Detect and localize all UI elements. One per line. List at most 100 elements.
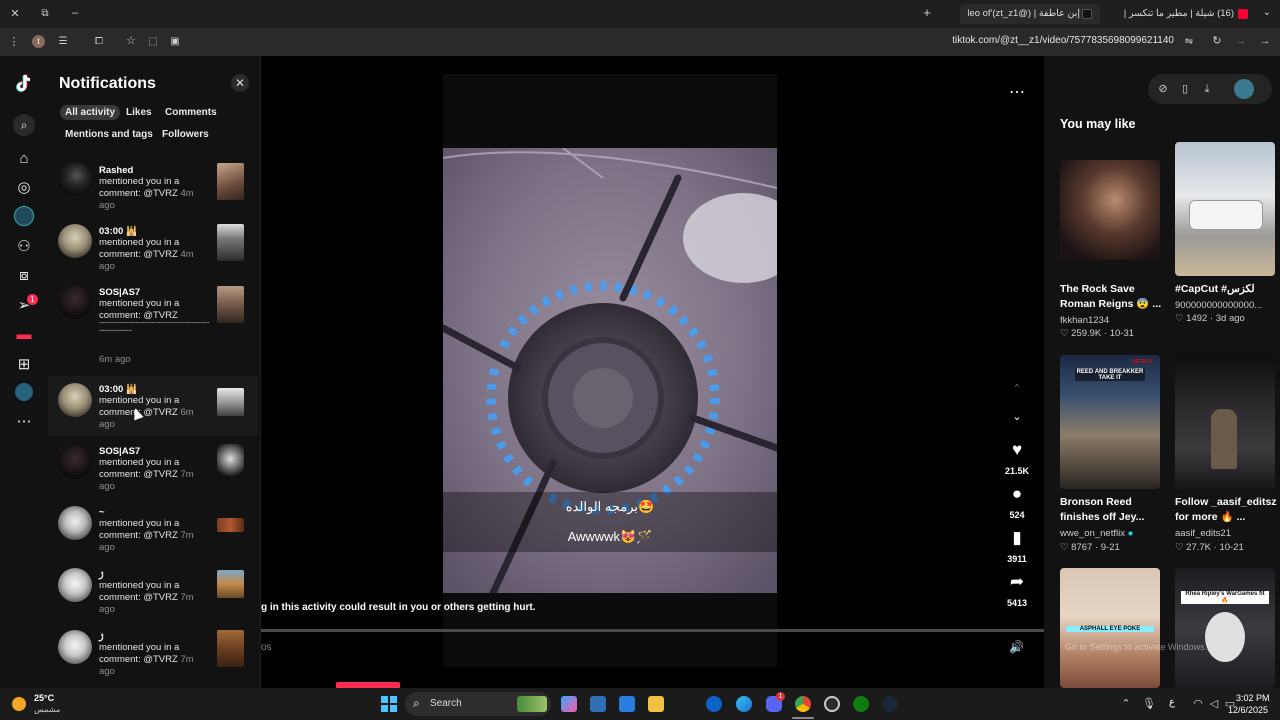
tiktok-logo-icon[interactable] bbox=[14, 74, 34, 94]
video-thumbnail[interactable] bbox=[217, 444, 244, 481]
user-avatar[interactable] bbox=[58, 630, 92, 664]
recommended-video-author[interactable]: fkkhan1234 bbox=[1060, 315, 1164, 326]
video-thumbnail[interactable] bbox=[217, 518, 244, 532]
microphone-icon[interactable]: 🎙 bbox=[1142, 697, 1156, 711]
recommended-video-thumbnail[interactable]: ASPHALL EYE POKE bbox=[1060, 568, 1160, 688]
site-settings-icon[interactable]: ⇋ bbox=[1182, 35, 1196, 49]
close-window-icon[interactable]: ✕ bbox=[8, 7, 22, 21]
video-thumbnail[interactable] bbox=[217, 570, 244, 598]
user-avatar[interactable] bbox=[58, 162, 92, 196]
picture-in-picture-icon[interactable]: ⊘ bbox=[1156, 82, 1170, 96]
volume-icon[interactable]: 🔊 bbox=[1009, 640, 1024, 654]
video-player[interactable]: برمجه الوالده🤩 Awwwwk😻🪄 bbox=[443, 148, 777, 593]
notification-item[interactable]: Rashed mentioned you in a comment: @TVRZ… bbox=[48, 158, 258, 216]
recommended-video-author[interactable]: wwe_on_netflix ● bbox=[1060, 528, 1164, 539]
recommended-video-thumbnail[interactable]: Rhea Ripley's WarGames fit 🔥 bbox=[1175, 568, 1275, 688]
recommended-video-title[interactable]: Bronson Reed finishes off Jey... bbox=[1060, 495, 1164, 525]
upload-plus-icon[interactable]: ⊞ bbox=[14, 354, 34, 374]
recommended-video-author[interactable]: aasif_edits21 bbox=[1175, 528, 1279, 539]
speaker-icon[interactable]: ◁ bbox=[1208, 697, 1220, 711]
weather-sun-icon[interactable] bbox=[12, 697, 26, 711]
explore-compass-icon[interactable]: ◎ bbox=[14, 177, 34, 197]
user-avatar[interactable] bbox=[58, 445, 92, 479]
tab-search-chevron-icon[interactable]: ⌄ bbox=[1260, 6, 1274, 20]
tab-youtube-video[interactable]: ✕ (16) شيلة | مطير ما تنكسر | كلمات bbox=[1118, 4, 1250, 24]
reading-list-icon[interactable]: ☰ bbox=[56, 35, 70, 49]
video-thumbnail[interactable] bbox=[217, 388, 244, 416]
notification-item[interactable]: ژ mentioned you in a comment: @TVRZ 7m a… bbox=[48, 626, 258, 684]
recommended-video-thumbnail[interactable] bbox=[1175, 142, 1275, 276]
notification-item[interactable]: 03:00 🕌 mentioned you in a comment: @TVR… bbox=[48, 219, 258, 277]
search-icon[interactable]: ⌕ bbox=[13, 114, 35, 136]
back-icon[interactable]: → bbox=[1258, 34, 1272, 48]
xbox-icon[interactable] bbox=[853, 696, 869, 712]
notification-item[interactable]: SOS|AS7 mentioned you in a comment: @TVR… bbox=[48, 280, 258, 372]
recommended-video-title[interactable]: #CapCut #لكزس bbox=[1175, 282, 1279, 297]
screenshot-icon[interactable]: ⬚ bbox=[146, 35, 160, 49]
filter-comments[interactable]: Comments bbox=[160, 105, 222, 120]
recommended-video-author[interactable]: 900000000000000... bbox=[1175, 300, 1279, 311]
following-avatar-icon[interactable] bbox=[14, 206, 34, 226]
video-thumbnail[interactable] bbox=[217, 224, 244, 261]
share-arrow-icon[interactable]: ➦ bbox=[1005, 572, 1029, 592]
restore-window-icon[interactable]: ⧉ bbox=[38, 7, 52, 21]
extensions-icon[interactable]: ⧠ bbox=[92, 35, 106, 49]
clock-time[interactable]: 3:02 PM bbox=[1236, 693, 1270, 703]
windows-start-icon[interactable] bbox=[381, 696, 397, 712]
video-thumbnail[interactable] bbox=[217, 630, 244, 667]
minimize-window-icon[interactable]: – bbox=[68, 6, 82, 20]
steam-icon[interactable] bbox=[882, 696, 898, 712]
menu-dots-icon[interactable]: ⋮ bbox=[8, 35, 20, 49]
video-thumbnail[interactable] bbox=[217, 286, 244, 323]
edge-browser-icon[interactable] bbox=[736, 696, 752, 712]
profile-avatar-icon[interactable] bbox=[15, 383, 33, 401]
creator-avatar[interactable] bbox=[1234, 79, 1254, 99]
friends-icon[interactable]: ⚇ bbox=[14, 236, 34, 256]
filter-mentions-tags[interactable]: Mentions and tags bbox=[60, 127, 158, 142]
app-blue-icon[interactable] bbox=[706, 696, 722, 712]
recommended-video-thumbnail[interactable]: REED AND BREAKKER TAKE IT NETFLIX bbox=[1060, 355, 1160, 489]
next-video-icon[interactable]: ⌄ bbox=[1005, 410, 1029, 423]
download-icon[interactable]: ⤓ bbox=[1200, 82, 1214, 96]
recommended-video-title[interactable]: The Rock Save Roman Reigns 😨 ... bbox=[1060, 282, 1164, 312]
notification-username[interactable]: ~ bbox=[99, 507, 105, 518]
reload-icon[interactable]: ↻ bbox=[1210, 34, 1224, 48]
new-tab-icon[interactable]: + bbox=[920, 6, 934, 20]
previous-video-icon[interactable]: ⌃ bbox=[1005, 382, 1029, 395]
more-dots-icon[interactable]: ⋯ bbox=[14, 411, 34, 431]
live-icon[interactable]: ⧇ bbox=[14, 265, 34, 285]
notification-username[interactable]: Rashed bbox=[99, 165, 133, 176]
notification-username[interactable]: ژ bbox=[99, 569, 104, 580]
defender-shield-icon[interactable] bbox=[590, 696, 606, 712]
tray-overflow-chevron-icon[interactable]: ⌃ bbox=[1120, 697, 1132, 711]
user-avatar[interactable] bbox=[58, 383, 92, 417]
bookmark-icon[interactable]: ▮ bbox=[1005, 528, 1029, 548]
file-explorer-icon[interactable] bbox=[648, 696, 664, 712]
input-language[interactable]: ع bbox=[1169, 697, 1175, 708]
taskbar-search-box[interactable]: ⌕ Search bbox=[405, 692, 551, 716]
notification-username[interactable]: SOS|AS7 bbox=[99, 446, 140, 457]
notification-item[interactable]: ~ mentioned you in a comment: @TVRZ 7m a… bbox=[48, 502, 258, 560]
notification-item[interactable]: ژ mentioned you in a comment: @TVRZ 7m a… bbox=[48, 564, 258, 622]
user-avatar[interactable] bbox=[58, 285, 92, 319]
recommended-video-thumbnail[interactable] bbox=[1175, 355, 1275, 489]
clock-date[interactable]: 12/6/2025 bbox=[1228, 705, 1268, 715]
notification-username[interactable]: ژ bbox=[99, 631, 104, 642]
notification-username[interactable]: SOS|AS7 bbox=[99, 287, 140, 298]
user-avatar[interactable] bbox=[58, 224, 92, 258]
video-progress-bar[interactable] bbox=[261, 629, 1044, 632]
close-notifications-button[interactable]: ✕ bbox=[231, 74, 249, 92]
video-thumbnail[interactable] bbox=[217, 163, 244, 200]
copilot-icon[interactable] bbox=[561, 696, 577, 712]
recommended-video-title[interactable]: Follow _aasif_editsz for more 🔥 ... bbox=[1175, 495, 1279, 525]
mobile-icon[interactable]: ▯ bbox=[1178, 82, 1192, 96]
epic-app-icon[interactable] bbox=[824, 696, 840, 712]
filter-likes[interactable]: Likes bbox=[121, 105, 157, 120]
comment-icon[interactable]: ● bbox=[1005, 484, 1029, 504]
forward-icon[interactable]: → bbox=[1234, 34, 1248, 48]
user-avatar[interactable] bbox=[58, 506, 92, 540]
notification-item[interactable]: 03:00 🕌 mentioned you in a comment: @TVR… bbox=[48, 376, 258, 436]
cast-icon[interactable]: ▣ bbox=[168, 35, 182, 49]
notification-item[interactable]: SOS|AS7 mentioned you in a comment: @TVR… bbox=[48, 440, 258, 498]
filter-followers[interactable]: Followers bbox=[157, 127, 214, 142]
